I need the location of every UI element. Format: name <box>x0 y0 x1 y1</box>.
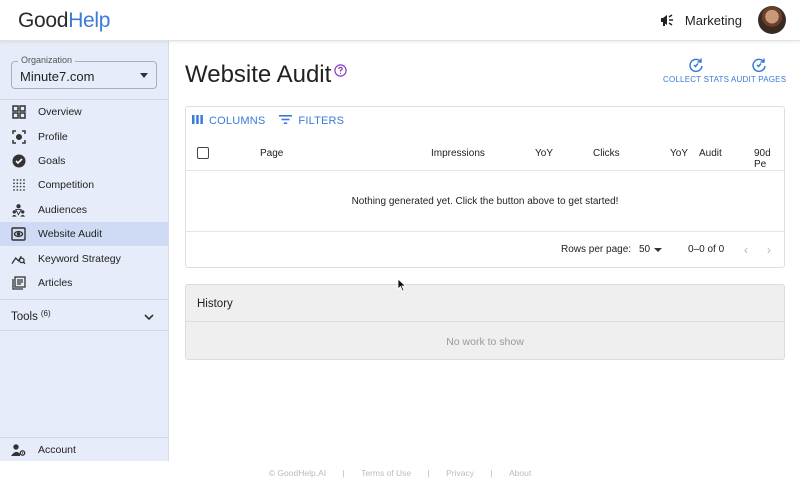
rows-per-page-select[interactable]: 50 <box>639 244 650 255</box>
audit-pages-icon <box>751 57 767 73</box>
organization-legend: Organization <box>18 55 76 65</box>
current-org-label[interactable]: Marketing <box>685 13 742 28</box>
footer-terms-link[interactable]: Terms of Use <box>361 468 411 478</box>
grid-icon <box>11 105 26 120</box>
pagination-range: 0–0 of 0 <box>688 244 725 255</box>
history-divider <box>186 321 784 322</box>
column-header-impressions[interactable]: Impressions <box>431 148 485 159</box>
sidebar-item-account[interactable]: Account <box>0 437 169 461</box>
sidebar-item-keyword-strategy[interactable]: Keyword Strategy <box>0 246 169 270</box>
data-table: COLUMNS FILTERS Page Impressions YoY Cli… <box>185 106 785 268</box>
history-panel: History No work to show <box>185 284 785 360</box>
organization-value: Minute7.com <box>20 69 95 84</box>
column-header-yoy[interactable]: YoY <box>535 148 553 159</box>
columns-button[interactable]: COLUMNS <box>192 115 265 127</box>
collect-stats-icon <box>688 57 704 73</box>
top-header: GoodHelp Marketing <box>0 0 800 41</box>
footer-separator: | <box>427 468 430 478</box>
sidebar-item-goals[interactable]: Goals <box>0 149 169 173</box>
collect-stats-button[interactable]: COLLECT STATS <box>663 57 729 84</box>
chevron-left-icon[interactable]: ‹ <box>744 243 748 257</box>
sidebar-item-competition[interactable]: Competition <box>0 173 169 197</box>
pagination: Rows per page: 50 0–0 of 0 ‹ › <box>186 232 784 268</box>
dots-grid-icon <box>11 178 26 193</box>
footer-copyright: © GoodHelp.AI <box>268 468 327 478</box>
caret-down-icon[interactable] <box>654 248 662 252</box>
sidebar-item-website-audit[interactable]: Website Audit <box>0 221 169 247</box>
select-all-checkbox[interactable] <box>197 147 209 159</box>
tools-label: Tools <box>11 311 38 323</box>
sidebar-divider <box>0 330 169 331</box>
sidebar-divider <box>0 299 169 300</box>
columns-icon <box>192 115 203 127</box>
table-header: Page Impressions YoY Clicks YoY Audit 90… <box>186 141 784 171</box>
sidebar-item-articles[interactable]: Articles <box>0 271 169 295</box>
history-title: History <box>197 298 233 310</box>
column-header-90d[interactable]: 90d Pe <box>754 148 784 170</box>
footer-privacy-link[interactable]: Privacy <box>446 468 474 478</box>
footer: © GoodHelp.AI | Terms of Use | Privacy |… <box>0 461 800 483</box>
audit-pages-button[interactable]: AUDIT PAGES <box>731 57 786 84</box>
chevron-right-icon[interactable]: › <box>767 243 771 257</box>
footer-separator: | <box>342 468 345 478</box>
page-title: Website Audit <box>185 61 332 88</box>
column-header-audit[interactable]: Audit <box>699 148 722 159</box>
avatar[interactable] <box>758 6 786 34</box>
column-header-page[interactable]: Page <box>260 148 283 159</box>
tools-count: (6) <box>40 308 51 318</box>
sidebar: Organization Minute7.com Overview Profil… <box>0 41 169 461</box>
eye-box-icon <box>11 227 26 242</box>
tools-toggle[interactable]: Tools (6) <box>0 304 169 330</box>
audiences-icon <box>11 202 26 217</box>
sidebar-item-overview[interactable]: Overview <box>0 100 169 124</box>
profile-icon <box>11 129 26 144</box>
rows-per-page-label: Rows per page: <box>561 244 632 255</box>
logo[interactable]: GoodHelp <box>18 9 110 33</box>
filter-icon <box>279 115 293 127</box>
column-header-clicks[interactable]: Clicks <box>593 148 620 159</box>
articles-icon <box>11 275 26 290</box>
caret-down-icon <box>140 73 148 78</box>
sidebar-nav: Overview Profile Goals Competition Audie… <box>0 100 169 295</box>
history-empty-message: No work to show <box>446 336 524 348</box>
footer-separator: | <box>490 468 493 478</box>
keyword-chart-icon <box>11 251 26 266</box>
filters-button[interactable]: FILTERS <box>279 115 344 127</box>
mouse-cursor-icon <box>397 278 407 297</box>
sidebar-item-audiences[interactable]: Audiences <box>0 198 169 222</box>
sidebar-item-profile[interactable]: Profile <box>0 124 169 148</box>
organization-select[interactable]: Organization Minute7.com <box>11 55 157 89</box>
main-content: Website Audit COLLECT STATS AUDIT PAGES <box>169 41 800 461</box>
column-header-yoy[interactable]: YoY <box>670 148 688 159</box>
header-right: Marketing <box>659 6 786 34</box>
megaphone-icon <box>659 11 677 29</box>
account-settings-icon <box>11 442 26 457</box>
help-icon[interactable] <box>334 64 347 77</box>
chevron-down-icon <box>144 312 154 324</box>
footer-about-link[interactable]: About <box>509 468 531 478</box>
check-circle-icon <box>11 153 26 168</box>
table-toolbar: COLUMNS FILTERS <box>192 115 344 127</box>
empty-table-message: Nothing generated yet. Click the button … <box>186 171 784 232</box>
